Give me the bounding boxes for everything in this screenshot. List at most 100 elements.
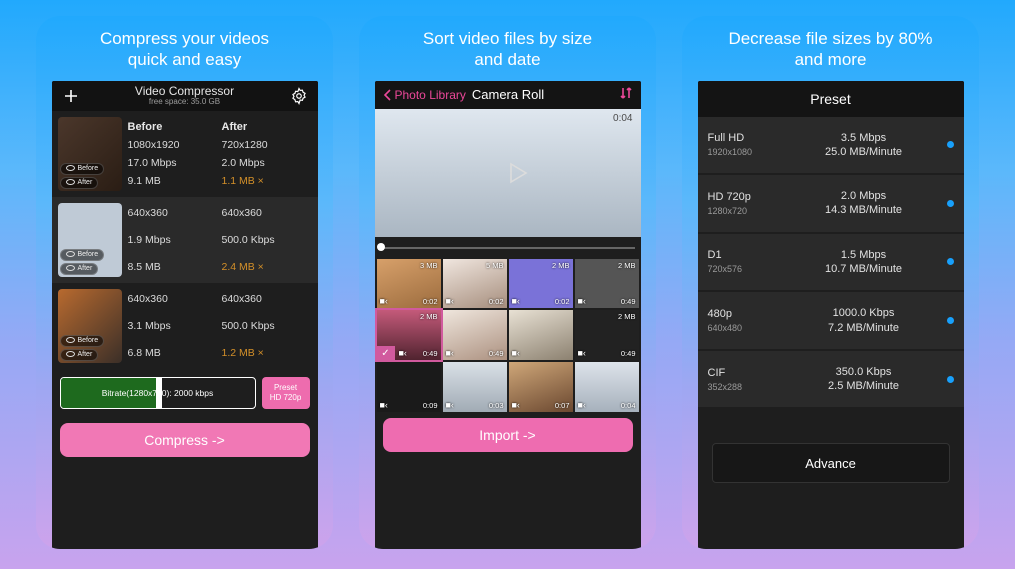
col-header-after: After — [222, 121, 312, 133]
camera-icon: ■‹ — [446, 348, 454, 358]
preset-row[interactable]: 480p640x480 1000.0 Kbps7.2 MB/Minute — [698, 292, 964, 351]
phone-screen-3: Preset Full HD1920x1080 3.5 Mbps25.0 MB/… — [698, 81, 964, 550]
camera-icon: ■‹ — [446, 296, 454, 306]
app-header: Video Compressor free space: 35.0 GB — [52, 81, 318, 111]
after-badge[interactable]: After — [60, 263, 99, 275]
bitrate-slider[interactable]: Bitrate(1280x720): 2000 kbps — [60, 377, 256, 409]
check-icon: ✓ — [377, 346, 395, 360]
grid-cell[interactable]: 2 MB■‹0:49 — [575, 310, 639, 360]
preset-header: Preset — [698, 81, 964, 117]
library-header: Photo Library Camera Roll — [375, 81, 641, 109]
caption-3: Decrease file sizes by 80% and more — [708, 16, 952, 81]
showcase-card-1: Compress your videos quick and easy Vide… — [36, 16, 333, 549]
video-grid: 3 MB■‹0:02 5 MB■‹0:02 2 MB■‹0:02 2 MB■‹0… — [375, 257, 641, 415]
grid-cell[interactable]: ■‹0:07 — [509, 362, 573, 412]
preset-name: CIF — [708, 367, 790, 379]
grid-cell-selected[interactable]: 2 MB✓■‹0:49 — [377, 310, 441, 360]
preset-row[interactable]: CIF352x288 350.0 Kbps2.5 MB/Minute — [698, 351, 964, 410]
stat-value: 640x360 — [222, 293, 312, 305]
after-badge[interactable]: After — [60, 177, 99, 189]
scrub-bar[interactable] — [375, 237, 641, 257]
stat-value: 17.0 Mbps — [128, 157, 218, 169]
radio-indicator[interactable] — [947, 376, 954, 383]
grid-cell[interactable]: 3 MB■‹0:02 — [377, 259, 441, 309]
camera-icon: ■‹ — [578, 296, 586, 306]
radio-indicator[interactable] — [947, 141, 954, 148]
library-title: Camera Roll — [472, 87, 544, 102]
camera-icon: ■‹ — [578, 348, 586, 358]
preset-row[interactable]: D1 720x576 1.5 Mbps10.7 MB/Minute — [698, 234, 964, 293]
app-title: Video Compressor — [82, 85, 288, 98]
video-row[interactable]: Before After Before After 1080x1920 720x… — [52, 111, 318, 197]
back-button[interactable]: Photo Library — [383, 88, 466, 102]
before-badge[interactable]: Before — [60, 249, 105, 261]
video-row[interactable]: Before After 640x360 640x360 1.9 Mbps 50… — [52, 197, 318, 283]
video-preview[interactable]: 0:04 — [375, 109, 641, 237]
grid-cell[interactable]: ■‹0:49 — [443, 310, 507, 360]
grid-cell[interactable]: ■‹0:09 — [377, 362, 441, 412]
advance-button[interactable]: Advance — [712, 443, 950, 483]
stat-value: 1080x1920 — [128, 139, 218, 151]
grid-cell[interactable]: 2 MB■‹0:02 — [509, 259, 573, 309]
preset-name: D1 — [708, 249, 790, 261]
video-thumbnail[interactable]: Before After — [58, 117, 122, 191]
stat-value: 640x360 — [128, 293, 218, 305]
video-thumbnail[interactable]: Before After — [58, 203, 122, 277]
video-stats: 640x360 640x360 3.1 Mbps 500.0 Kbps 6.8 … — [128, 289, 312, 363]
before-badge[interactable]: Before — [60, 163, 105, 175]
camera-icon: ■‹ — [512, 400, 520, 410]
stat-value: 2.0 Mbps — [222, 157, 312, 169]
sort-button[interactable] — [619, 86, 633, 103]
camera-icon: ■‹ — [512, 348, 520, 358]
grid-cell[interactable]: ■‹0:04 — [575, 362, 639, 412]
preset-row[interactable]: Full HD1920x1080 3.5 Mbps25.0 MB/Minute — [698, 117, 964, 176]
col-header-before: Before — [128, 121, 218, 133]
camera-icon: ■‹ — [380, 296, 388, 306]
camera-icon: ■‹ — [380, 400, 388, 410]
preset-values: 3.5 Mbps25.0 MB/Minute — [792, 131, 936, 160]
grid-cell[interactable]: ■‹ — [509, 310, 573, 360]
preview-duration: 0:04 — [613, 113, 632, 124]
stat-value: 720x1280 — [222, 139, 312, 151]
import-button[interactable]: Import -> — [383, 418, 633, 452]
stat-value: 500.0 Kbps — [222, 320, 312, 332]
stat-value: 8.5 MB — [128, 261, 218, 273]
stat-value: 640x360 — [128, 207, 218, 219]
radio-indicator[interactable] — [947, 200, 954, 207]
play-icon[interactable] — [502, 158, 532, 188]
preset-values: 1.5 Mbps10.7 MB/Minute — [792, 248, 936, 277]
grid-cell[interactable]: 5 MB■‹0:02 — [443, 259, 507, 309]
showcase-card-3: Decrease file sizes by 80% and more Pres… — [682, 16, 979, 549]
grid-cell[interactable]: 2 MB■‹0:49 — [575, 259, 639, 309]
preset-dim: 352x288 — [708, 382, 790, 392]
caption-2: Sort video files by size and date — [403, 16, 612, 81]
camera-icon: ■‹ — [446, 400, 454, 410]
stat-value: 6.8 MB — [128, 347, 218, 359]
settings-button[interactable] — [288, 85, 310, 107]
stat-value: 500.0 Kbps — [222, 234, 312, 246]
compress-button[interactable]: Compress -> — [60, 423, 310, 457]
preset-dim: 1920x1080 — [708, 147, 790, 157]
stat-value-after-size: 1.2 MB × — [222, 347, 312, 359]
radio-indicator[interactable] — [947, 258, 954, 265]
preset-name: HD 720p — [708, 191, 790, 203]
radio-indicator[interactable] — [947, 317, 954, 324]
preset-row[interactable]: HD 720p 1280x720 2.0 Mbps14.3 MB/Minute — [698, 175, 964, 234]
bitrate-label: Bitrate(1280x720): 2000 kbps — [61, 378, 255, 408]
stat-value-after-size: 2.4 MB × — [222, 261, 312, 273]
after-badge[interactable]: After — [60, 349, 99, 361]
stat-value: 640x360 — [222, 207, 312, 219]
before-badge[interactable]: Before — [60, 335, 105, 347]
stat-value-after-size: 1.1 MB × — [222, 175, 312, 187]
add-button[interactable] — [60, 85, 82, 107]
phone-screen-2: Photo Library Camera Roll 0:04 3 MB■‹0:0… — [375, 81, 641, 550]
preset-values: 2.0 Mbps14.3 MB/Minute — [792, 189, 936, 218]
video-row[interactable]: Before After 640x360 640x360 3.1 Mbps 50… — [52, 283, 318, 369]
grid-cell[interactable]: ■‹0:03 — [443, 362, 507, 412]
video-thumbnail[interactable]: Before After — [58, 289, 122, 363]
camera-icon: ■‹ — [512, 296, 520, 306]
camera-icon: ■‹ — [399, 348, 407, 358]
preset-dim: 720x576 — [708, 264, 790, 274]
preset-dim: 1280x720 — [708, 206, 790, 216]
preset-button[interactable]: Preset HD 720p — [262, 377, 310, 409]
